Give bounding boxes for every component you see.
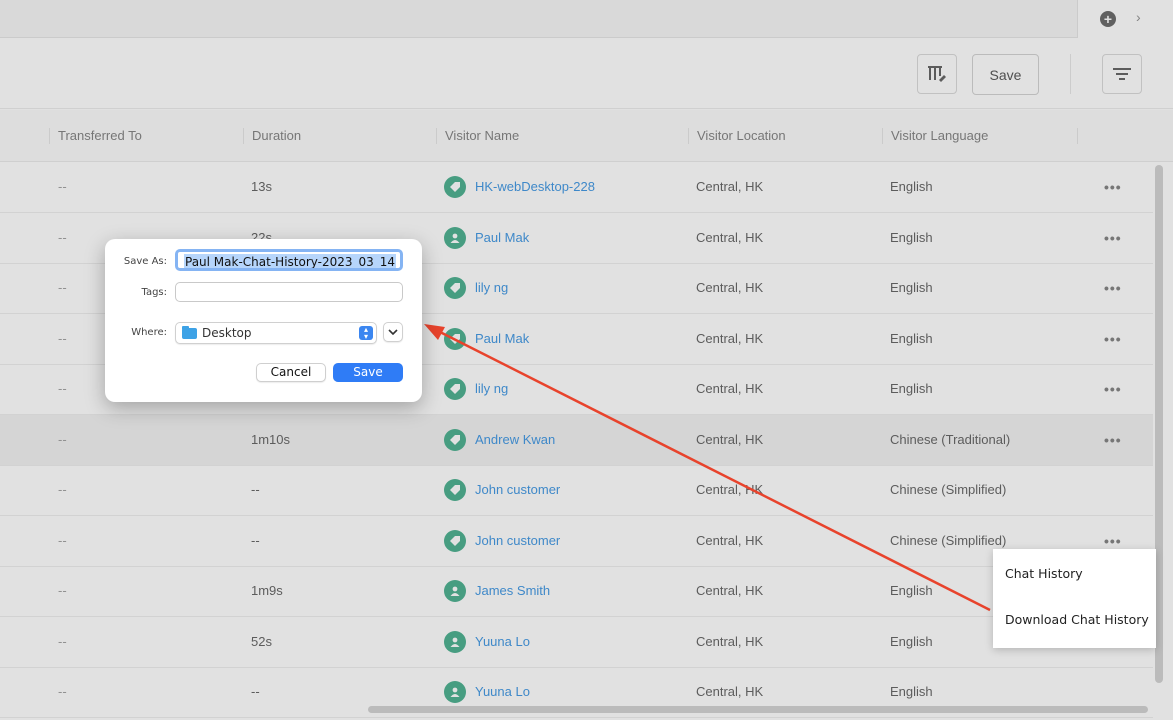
folder-icon — [182, 325, 197, 339]
where-select[interactable]: Desktop ▴ ▾ — [175, 322, 377, 344]
cancel-button[interactable]: Cancel — [256, 363, 326, 382]
menu-item-download-chat-history[interactable]: Download Chat History — [1005, 612, 1149, 627]
row-context-menu: Chat History Download Chat History — [993, 549, 1156, 648]
save-as-value: Paul Mak-Chat-History-2023_03_14 — [184, 254, 397, 269]
where-label: Where: — [131, 327, 167, 338]
save-as-field[interactable]: Paul Mak-Chat-History-2023_03_14 — [175, 249, 403, 271]
chevron-down-icon — [388, 329, 398, 335]
where-value: Desktop — [202, 326, 252, 340]
tags-label: Tags: — [141, 287, 167, 298]
expand-button[interactable] — [383, 322, 403, 342]
dialog-save-button[interactable]: Save — [333, 363, 403, 382]
save-as-label: Save As: — [123, 256, 167, 267]
save-dialog: Save As: Paul Mak-Chat-History-2023_03_1… — [105, 239, 422, 402]
tags-field[interactable] — [175, 282, 403, 302]
chevron-updown-icon: ▴ ▾ — [359, 326, 373, 341]
menu-item-chat-history[interactable]: Chat History — [1005, 566, 1083, 581]
